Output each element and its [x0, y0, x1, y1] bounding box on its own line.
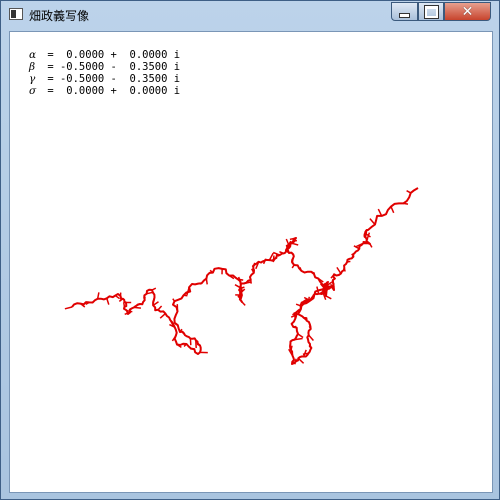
window-app-icon[interactable]: [9, 8, 23, 20]
fractal-spike: [122, 302, 126, 307]
title-bar[interactable]: 畑政義写像 ✕: [1, 1, 500, 31]
close-button[interactable]: ✕: [444, 2, 491, 21]
fractal-spike: [64, 306, 73, 310]
fractal-spike: [369, 218, 376, 226]
fractal-spike: [291, 264, 295, 269]
fractal-spike: [325, 295, 332, 300]
fractal-spike: [291, 258, 294, 264]
fractal-curve: [64, 187, 419, 365]
fractal-spike: [241, 301, 246, 306]
close-icon: ✕: [461, 3, 474, 20]
fractal-spike: [285, 238, 290, 245]
fractal-spike: [126, 309, 133, 313]
fractal-spike: [290, 252, 295, 257]
fractal-spike: [118, 298, 124, 303]
fractal-spike: [205, 278, 208, 285]
minimize-button[interactable]: [391, 2, 418, 21]
fractal-spike: [297, 357, 305, 364]
fractal-spike: [308, 334, 314, 341]
fractal-spike: [251, 263, 257, 268]
maximize-icon: [423, 4, 439, 19]
fractal-main-stroke: [71, 187, 419, 365]
fractal-spike: [369, 243, 373, 248]
fractal-spike: [290, 345, 293, 351]
window-title: 畑政義写像: [29, 9, 90, 23]
fractal-spike: [289, 237, 296, 241]
fractal-spike: [297, 333, 304, 339]
fractal-curve-strokes: [64, 187, 419, 365]
fractal-spike: [237, 278, 244, 281]
fractal-spike: [316, 286, 320, 294]
fractal-spike: [172, 298, 176, 302]
fractal-spike: [151, 287, 157, 291]
fractal-spike: [343, 267, 346, 272]
fractal-spike: [279, 251, 284, 255]
fractal-spike: [133, 306, 141, 309]
fractal-spike: [302, 352, 309, 355]
minimize-icon: [399, 12, 410, 18]
fractal-spike: [336, 266, 342, 275]
app-window: 畑政義写像 ✕ α = 0.0000 + 0.0000 i β = -0.500…: [0, 0, 500, 500]
fractal-spike: [106, 298, 110, 305]
fractal-spike: [237, 276, 242, 284]
maximize-button[interactable]: [418, 2, 444, 21]
canvas-area: α = 0.0000 + 0.0000 i β = -0.5000 - 0.35…: [9, 31, 493, 493]
fractal-spike: [346, 260, 351, 263]
fractal-spike: [406, 190, 412, 194]
fractal-spike: [390, 206, 395, 214]
fractal-spike: [157, 305, 163, 311]
fractal-spike: [159, 313, 166, 319]
fractal-spike: [312, 294, 316, 299]
fractal-spike: [403, 202, 409, 205]
